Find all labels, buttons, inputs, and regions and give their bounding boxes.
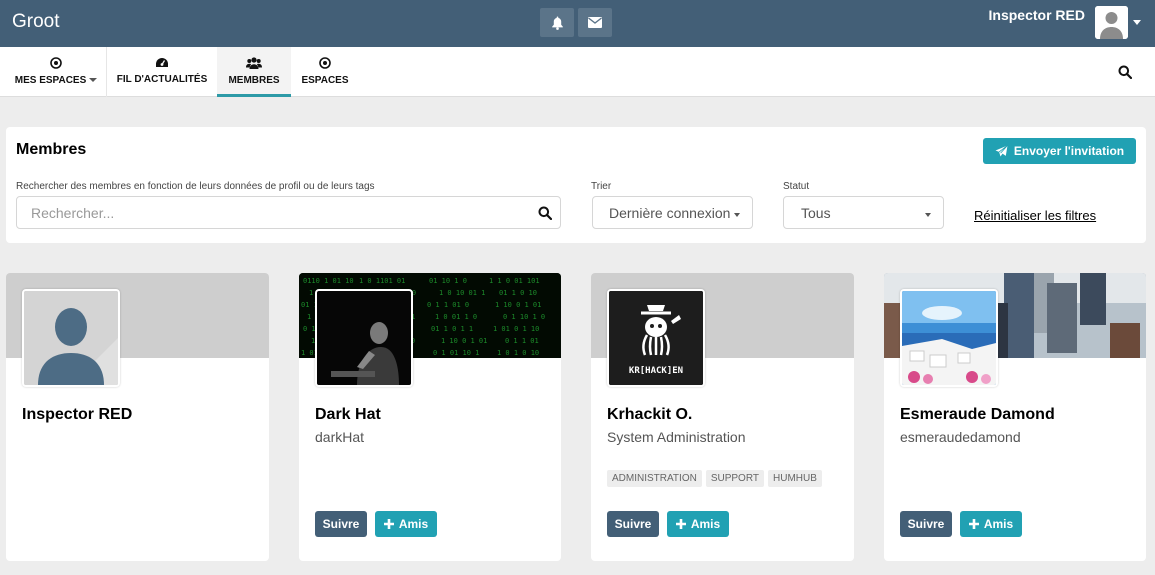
- send-invitation-label: Envoyer l'invitation: [1013, 144, 1125, 158]
- reset-filters-link[interactable]: Réinitialiser les filtres: [974, 208, 1096, 223]
- caret-down-icon: [925, 213, 931, 217]
- bell-icon: [551, 16, 563, 30]
- member-name[interactable]: Dark Hat: [315, 406, 381, 424]
- envelope-icon: [588, 17, 602, 28]
- notifications-button[interactable]: [540, 8, 574, 37]
- main-navigation: MES ESPACES FIL D'ACTUALITÉS MEMBRES ESP…: [0, 47, 1155, 97]
- member-card[interactable]: KR[HACK]EN Krhackit O. System Administra…: [591, 273, 854, 561]
- member-name[interactable]: Inspector RED: [22, 406, 132, 424]
- users-icon: [246, 57, 262, 69]
- svg-text:1 0 10 01 1: 1 0 10 01 1: [439, 289, 485, 297]
- member-title: System Administration: [607, 429, 746, 445]
- svg-text:1 0 01 1 0: 1 0 01 1 0: [435, 313, 477, 321]
- member-avatar[interactable]: [22, 289, 120, 387]
- tag[interactable]: ADMINISTRATION: [607, 470, 702, 487]
- global-search-button[interactable]: [1118, 65, 1133, 84]
- nav-spaces[interactable]: ESPACES: [298, 47, 352, 97]
- send-invitation-button[interactable]: Envoyer l'invitation: [983, 138, 1136, 164]
- user-avatar[interactable]: [1095, 6, 1128, 39]
- svg-text:0110 1 01 10: 0110 1 01 10: [303, 277, 354, 285]
- nav-spaces-label: ESPACES: [301, 75, 349, 86]
- member-avatar[interactable]: KR[HACK]EN: [607, 289, 705, 387]
- nav-divider: [106, 47, 107, 97]
- top-bar: Groot Inspector RED: [0, 0, 1155, 47]
- page-title: Membres: [16, 141, 87, 158]
- caret-down-icon: [89, 78, 98, 83]
- svg-text:1 0 1101 01: 1 0 1101 01: [359, 277, 405, 285]
- member-avatar[interactable]: [315, 289, 413, 387]
- current-user-name[interactable]: Inspector RED: [989, 7, 1085, 23]
- member-card[interactable]: Esmeraude Damond esmeraudedamond Suivre …: [884, 273, 1146, 561]
- member-search-input[interactable]: Rechercher...: [16, 196, 561, 229]
- search-label: Rechercher des membres en fonction de le…: [16, 181, 375, 192]
- plus-icon: [383, 519, 394, 529]
- avatar-logo-text: KR[HACK]EN: [628, 366, 684, 376]
- member-card[interactable]: 0110 1 01 10 1 0 1101 01 01 10 1 0 1 1 0 01…: [299, 273, 561, 561]
- svg-text:1 10 0 1 01: 1 10 0 1 01: [441, 337, 487, 345]
- dot-circle-icon: [50, 57, 62, 69]
- member-name[interactable]: Krhackit O.: [607, 406, 692, 424]
- tag[interactable]: SUPPORT: [705, 470, 764, 487]
- svg-text:0 1 10 1 0: 0 1 10 1 0: [503, 313, 545, 321]
- caret-down-icon: [734, 213, 740, 217]
- follow-button[interactable]: Suivre: [315, 511, 367, 537]
- search-icon: [538, 206, 553, 221]
- member-card[interactable]: Inspector RED: [6, 273, 269, 561]
- nav-members[interactable]: MEMBRES: [217, 47, 291, 97]
- status-select[interactable]: Tous: [783, 196, 944, 229]
- sort-select-value: Dernière connexion: [609, 204, 731, 221]
- status-select-value: Tous: [801, 204, 831, 221]
- search-submit-button[interactable]: [538, 206, 553, 223]
- messages-button[interactable]: [578, 8, 612, 37]
- members-filter-panel: Membres Envoyer l'invitation Rechercher …: [6, 127, 1146, 243]
- member-name[interactable]: Esmeraude Damond: [900, 406, 1055, 424]
- nav-members-label: MEMBRES: [228, 75, 280, 86]
- add-friend-label: Amis: [983, 517, 1014, 531]
- plus-icon: [968, 519, 979, 529]
- member-tags: ADMINISTRATION SUPPORT HUMHUB: [607, 470, 822, 487]
- member-avatar[interactable]: [900, 289, 998, 387]
- status-label: Statut: [783, 181, 810, 192]
- follow-button[interactable]: Suivre: [607, 511, 659, 537]
- dot-circle-icon: [319, 57, 331, 69]
- follow-button[interactable]: Suivre: [900, 511, 952, 537]
- svg-text:1 10 0 1 01: 1 10 0 1 01: [495, 301, 541, 309]
- svg-text:01 1 0 10: 01 1 0 10: [499, 289, 537, 297]
- member-search-placeholder: Rechercher...: [31, 204, 115, 221]
- member-username: esmeraudedamond: [900, 429, 1021, 445]
- svg-text:1 01 0 1 10: 1 01 0 1 10: [493, 325, 539, 333]
- paper-plane-icon: [995, 145, 1008, 157]
- add-friend-button[interactable]: Amis: [960, 511, 1022, 537]
- svg-text:1 1 0 01 101: 1 1 0 01 101: [489, 277, 540, 285]
- nav-activity-feed[interactable]: FIL D'ACTUALITÉS: [114, 47, 210, 97]
- search-icon: [1118, 65, 1133, 80]
- svg-text:0 1 01 10 1: 0 1 01 10 1: [433, 349, 479, 357]
- svg-text:01 1 0 1 1: 01 1 0 1 1: [431, 325, 473, 333]
- plus-icon: [675, 519, 686, 529]
- svg-text:0 1 1 01: 0 1 1 01: [505, 337, 539, 345]
- add-friend-label: Amis: [690, 517, 721, 531]
- brand-name[interactable]: Groot: [12, 11, 60, 33]
- sort-label: Trier: [591, 181, 612, 192]
- add-friend-button[interactable]: Amis: [375, 511, 437, 537]
- svg-text:1 0 1 0 10: 1 0 1 0 10: [497, 349, 539, 357]
- dashboard-icon: [156, 58, 168, 67]
- tag[interactable]: HUMHUB: [768, 470, 822, 487]
- svg-text:01 10 1 0: 01 10 1 0: [429, 277, 467, 285]
- member-username: darkHat: [315, 429, 365, 445]
- add-friend-label: Amis: [398, 517, 429, 531]
- add-friend-button[interactable]: Amis: [667, 511, 729, 537]
- svg-text:0 1 1 01 0: 0 1 1 01 0: [427, 301, 469, 309]
- nav-my-spaces-label: MES ESPACES: [14, 75, 87, 86]
- nav-activity-feed-label: FIL D'ACTUALITÉS: [116, 74, 208, 85]
- nav-my-spaces[interactable]: MES ESPACES: [14, 47, 98, 97]
- user-menu-caret-icon[interactable]: [1133, 20, 1141, 25]
- sort-select[interactable]: Dernière connexion: [592, 196, 753, 229]
